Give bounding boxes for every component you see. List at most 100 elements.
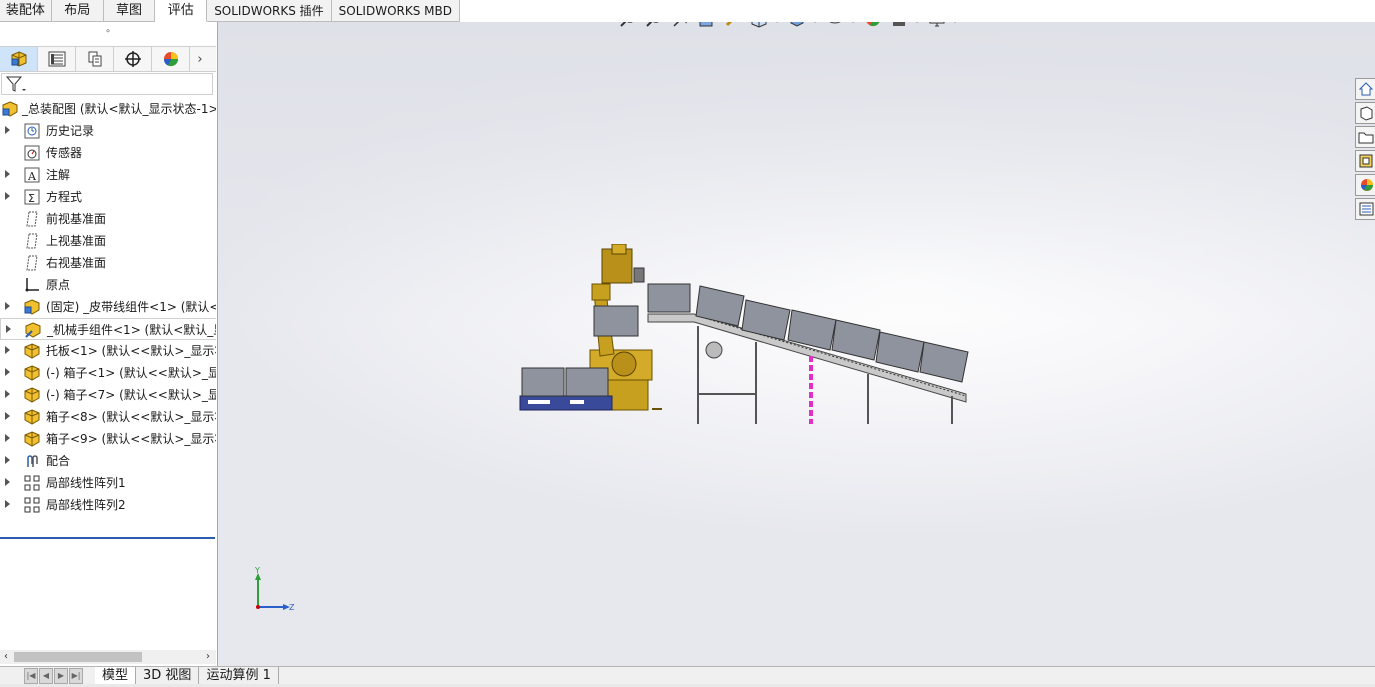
tree-item-annotations[interactable]: A 注解 bbox=[0, 164, 216, 186]
tree-item-robot-assembly[interactable]: _机械手组件<1> (默认<默认_显示状态-1>) bbox=[0, 318, 216, 340]
tree-item-label: 托板<1> (默认<<默认>_显示状态 1>) bbox=[46, 344, 216, 358]
chevron-down-icon[interactable]: ▼ bbox=[914, 22, 922, 24]
heads-up-view-toolbar: ▼ ▼ ▼ ▼ ▼ bbox=[618, 22, 960, 32]
chevron-down-icon[interactable]: ▼ bbox=[952, 22, 960, 24]
apply-scene-icon[interactable] bbox=[888, 22, 910, 30]
file-explorer-icon[interactable] bbox=[1355, 126, 1375, 148]
assembly-edit-icon bbox=[25, 322, 41, 338]
sensor-icon bbox=[24, 145, 40, 161]
tree-item-right-plane[interactable]: 右视基准面 bbox=[0, 252, 216, 274]
solidworks-resources-icon[interactable] bbox=[1355, 78, 1375, 100]
tree-item-box-8[interactable]: 箱子<8> (默认<<默认>_显示状态 1>) bbox=[0, 406, 216, 428]
scroll-left-icon[interactable]: ‹ bbox=[0, 650, 12, 664]
view-orientation-icon[interactable] bbox=[748, 22, 770, 30]
horizontal-scrollbar[interactable]: ‹ › bbox=[0, 650, 216, 664]
zoom-to-fit-icon[interactable] bbox=[618, 22, 640, 30]
svg-text:A: A bbox=[27, 170, 37, 183]
expand-arrow-icon[interactable] bbox=[5, 390, 10, 398]
custom-properties-icon[interactable] bbox=[1355, 198, 1375, 220]
last-tab-icon[interactable]: ▶| bbox=[69, 668, 83, 684]
chevron-down-icon[interactable]: ▼ bbox=[812, 22, 820, 24]
display-manager-icon[interactable] bbox=[152, 47, 190, 71]
tree-item-history[interactable]: 历史记录 bbox=[0, 120, 216, 142]
expand-arrow-icon[interactable] bbox=[5, 412, 10, 420]
next-tab-icon[interactable]: ▶ bbox=[54, 668, 68, 684]
expand-arrow-icon[interactable] bbox=[6, 325, 11, 333]
expand-arrow-icon[interactable] bbox=[5, 346, 10, 354]
view-palette-icon[interactable] bbox=[1355, 150, 1375, 172]
expand-arrow-icon[interactable] bbox=[5, 500, 10, 508]
scrollbar-thumb[interactable] bbox=[14, 652, 142, 662]
assembly-model-view[interactable] bbox=[514, 244, 974, 424]
tree-item-label: 传感器 bbox=[46, 146, 83, 160]
task-pane-tabs bbox=[1355, 78, 1375, 220]
expand-arrow-icon[interactable] bbox=[5, 456, 10, 464]
dynamic-annotation-icon[interactable] bbox=[722, 22, 744, 30]
tree-filter-button[interactable] bbox=[1, 73, 213, 95]
tree-item-mates[interactable]: 配合 bbox=[0, 450, 216, 472]
assembly-icon bbox=[2, 101, 18, 117]
tree-item-sensors[interactable]: 传感器 bbox=[0, 142, 216, 164]
tree-item-linear-pattern-2[interactable]: 局部线性阵列2 bbox=[0, 494, 216, 516]
tree-item-box-9[interactable]: 箱子<9> (默认<<默认>_显示状态 1>) bbox=[0, 428, 216, 450]
graphics-area[interactable]: ▼ ▼ ▼ ▼ ▼ ◧ ◨ – ❐ ✕ Y Z bbox=[218, 22, 1375, 666]
tab-evaluate[interactable]: 评估 bbox=[155, 0, 208, 22]
chevron-down-icon[interactable]: ▼ bbox=[850, 22, 858, 24]
tree-item-label: 历史记录 bbox=[46, 124, 95, 138]
triad-z-label: Z bbox=[289, 603, 295, 612]
expand-arrow-icon[interactable] bbox=[5, 434, 10, 442]
tree-item-origin[interactable]: 原点 bbox=[0, 274, 216, 296]
expand-arrow-icon[interactable] bbox=[5, 126, 10, 134]
appearances-icon[interactable] bbox=[1355, 174, 1375, 196]
tree-item-top-plane[interactable]: 上视基准面 bbox=[0, 230, 216, 252]
panel-splitter-handle[interactable]: ⚬ bbox=[0, 25, 216, 39]
tab-sketch[interactable]: 草图 bbox=[103, 0, 156, 22]
first-tab-icon[interactable]: |◀ bbox=[24, 668, 38, 684]
tree-item-label: 注解 bbox=[46, 168, 71, 182]
chevron-down-icon[interactable]: ▼ bbox=[774, 22, 782, 24]
expand-arrow-icon[interactable] bbox=[5, 368, 10, 376]
expand-arrow-icon[interactable] bbox=[5, 478, 10, 486]
tab-layout[interactable]: 布局 bbox=[51, 0, 104, 22]
configuration-manager-icon[interactable] bbox=[76, 47, 114, 71]
tree-item-label: _机械手组件<1> (默认<默认_显示状态-1>) bbox=[47, 323, 216, 337]
tree-item-label: 方程式 bbox=[46, 190, 83, 204]
tree-item-label: 右视基准面 bbox=[46, 256, 107, 270]
hide-show-items-icon[interactable] bbox=[824, 22, 846, 30]
tree-item-box-1[interactable]: (-) 箱子<1> (默认<<默认>_显示状态 1>) bbox=[0, 362, 216, 384]
design-library-icon[interactable] bbox=[1355, 102, 1375, 124]
tab-solidworks-mbd[interactable]: SOLIDWORKS MBD bbox=[331, 0, 460, 22]
scroll-right-icon[interactable]: › bbox=[202, 650, 214, 664]
history-icon bbox=[24, 123, 40, 139]
equation-icon: Σ bbox=[24, 189, 40, 205]
display-style-icon[interactable] bbox=[786, 22, 808, 30]
tab-assembly[interactable]: 装配体 bbox=[0, 0, 52, 22]
tab-solidworks-addins[interactable]: SOLIDWORKS 插件 bbox=[207, 0, 332, 22]
expand-arrow-icon[interactable] bbox=[5, 302, 10, 310]
rollback-bar[interactable] bbox=[0, 537, 215, 539]
property-manager-icon[interactable] bbox=[38, 47, 76, 71]
zoom-to-area-icon[interactable] bbox=[644, 22, 666, 30]
edit-appearance-icon[interactable] bbox=[862, 22, 884, 30]
tree-item-linear-pattern-1[interactable]: 局部线性阵列1 bbox=[0, 472, 216, 494]
expand-arrow-icon[interactable] bbox=[5, 192, 10, 200]
tree-item-belt-assembly[interactable]: (固定) _皮带线组件<1> (默认<默认_显示状态-1>) bbox=[0, 296, 216, 318]
part-icon bbox=[24, 387, 40, 403]
dimxpert-manager-icon[interactable] bbox=[114, 47, 152, 71]
chevron-right-icon[interactable]: › bbox=[190, 47, 210, 71]
tree-item-label: (固定) _皮带线组件<1> (默认<默认_显示状态-1>) bbox=[46, 300, 216, 314]
feature-manager-icon[interactable] bbox=[0, 47, 38, 71]
command-manager-tabs: 装配体 布局 草图 评估 SOLIDWORKS 插件 SOLIDWORKS MB… bbox=[0, 0, 460, 22]
tree-item-box-7[interactable]: (-) 箱子<7> (默认<<默认>_显示状态 1>) bbox=[0, 384, 216, 406]
expand-arrow-icon[interactable] bbox=[5, 170, 10, 178]
previous-view-icon[interactable] bbox=[670, 22, 692, 30]
tree-item-equations[interactable]: Σ 方程式 bbox=[0, 186, 216, 208]
pallet-stack bbox=[519, 367, 613, 411]
view-settings-icon[interactable] bbox=[926, 22, 948, 30]
tree-item-front-plane[interactable]: 前视基准面 bbox=[0, 208, 216, 230]
previous-tab-icon[interactable]: ◀ bbox=[39, 668, 53, 684]
feature-manager-panel: ⚬ › _总装配图 (默认<默认_显示状态-1>) 历史记录 传感器 A 注解 … bbox=[0, 22, 218, 666]
section-view-icon[interactable] bbox=[696, 22, 718, 30]
tree-item-pallet[interactable]: 托板<1> (默认<<默认>_显示状态 1>) bbox=[0, 340, 216, 362]
tree-root-assembly[interactable]: _总装配图 (默认<默认_显示状态-1>) bbox=[0, 98, 216, 120]
